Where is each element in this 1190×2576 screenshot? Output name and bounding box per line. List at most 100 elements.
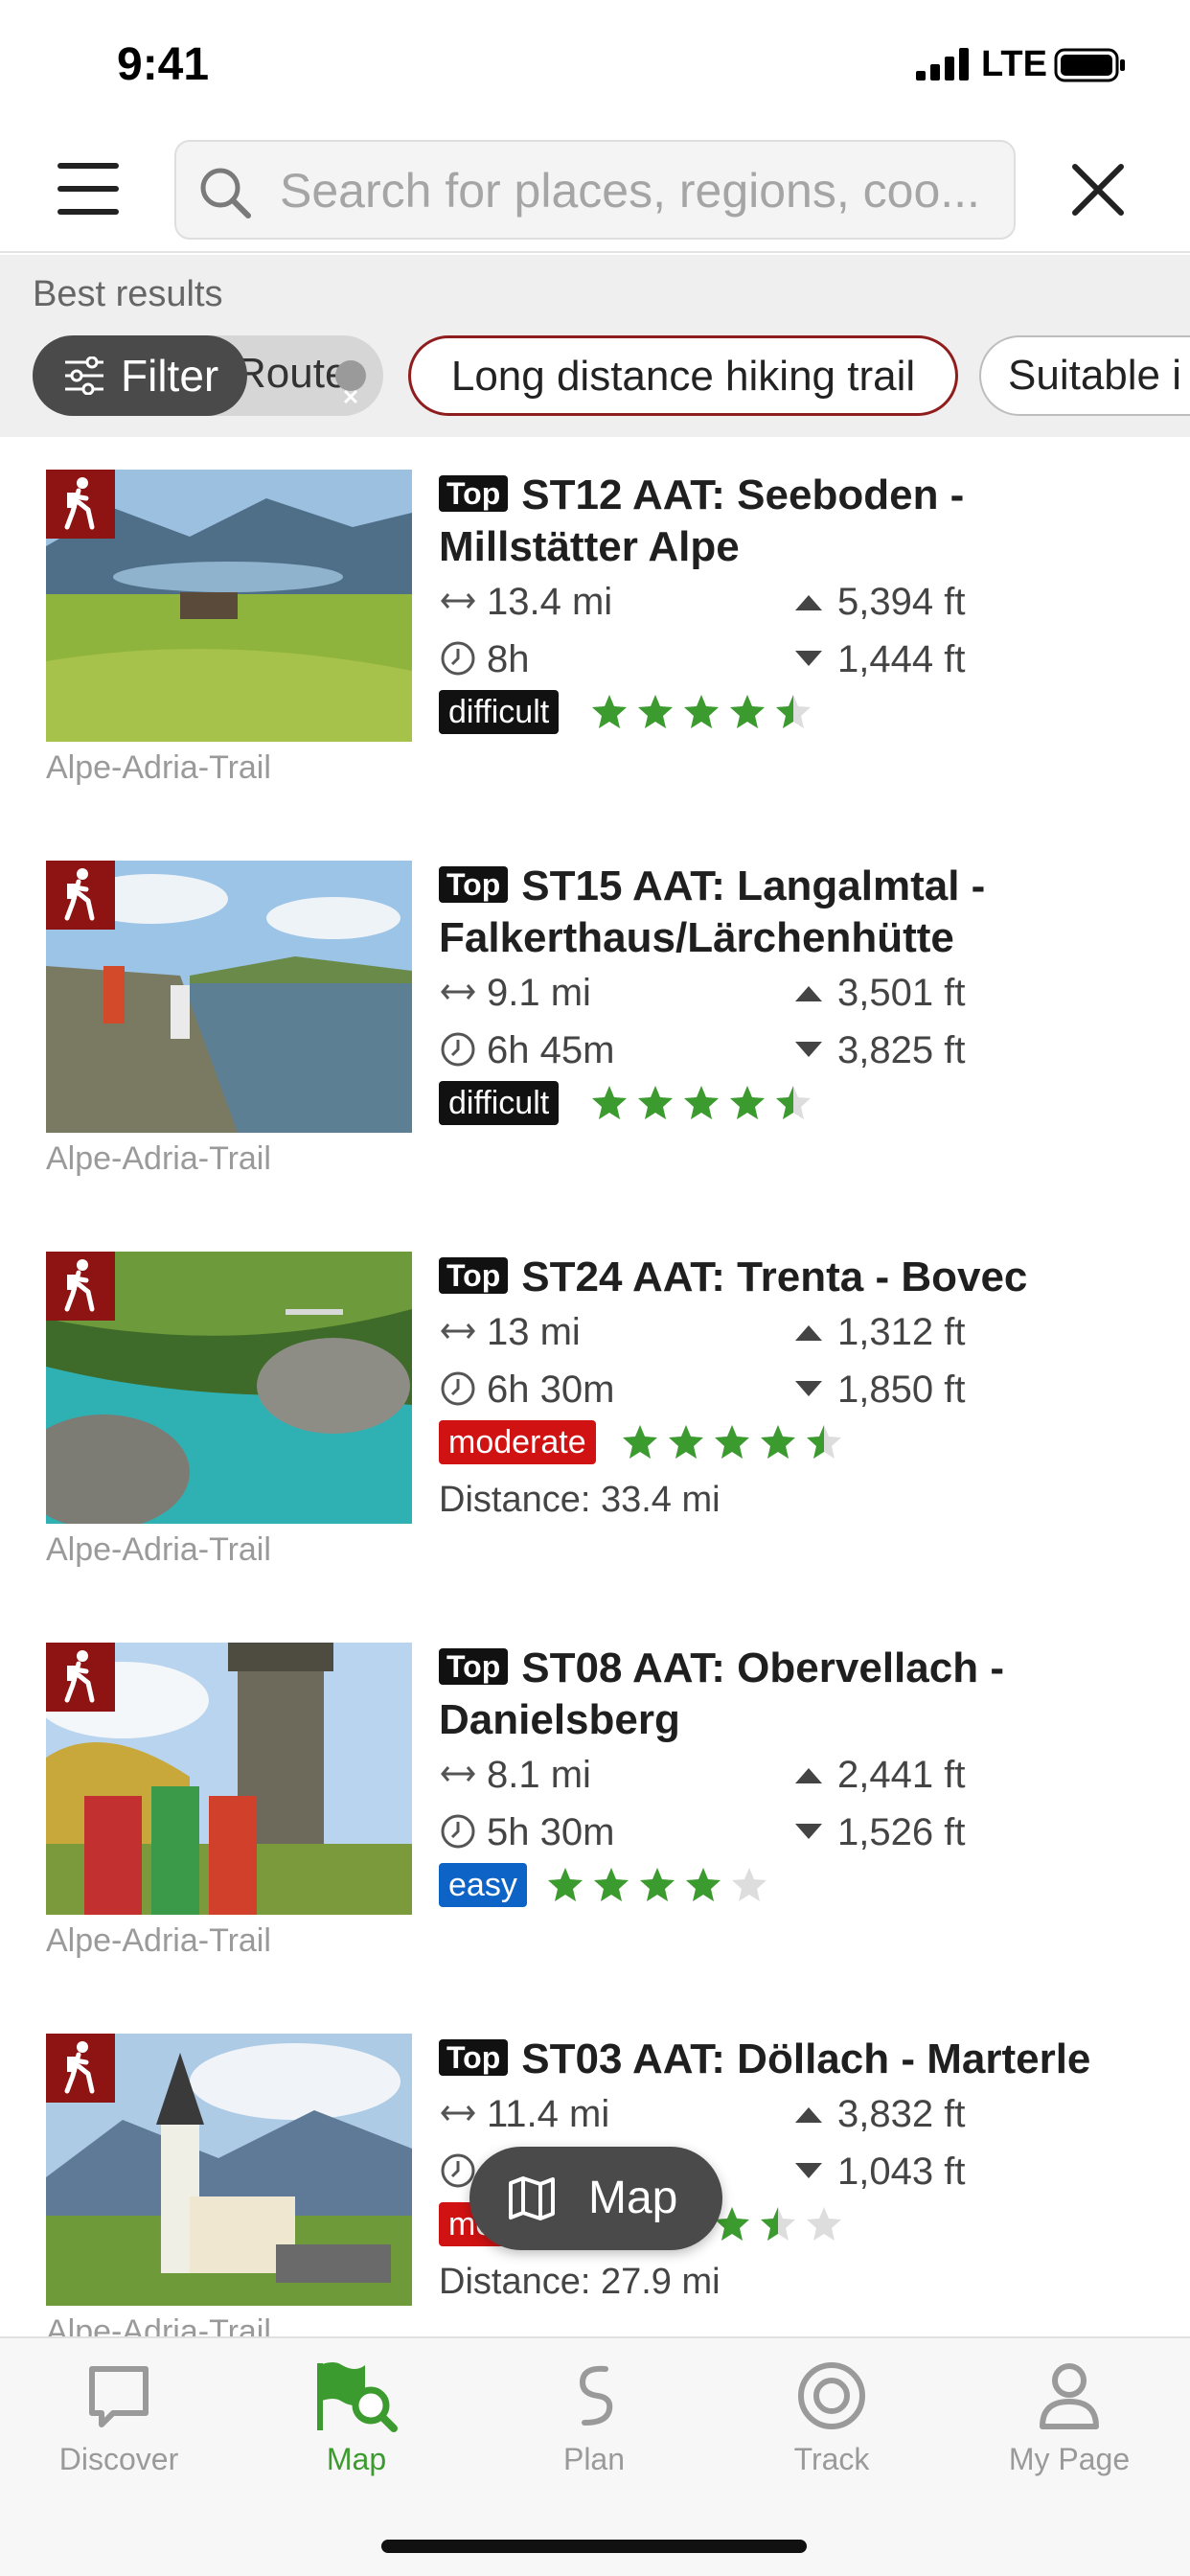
chip-suitable[interactable]: Suitable i xyxy=(979,335,1190,416)
tour-title[interactable]: Top ST24 AAT: Trenta - Bovec xyxy=(439,1252,1167,1303)
descent-stat: 1,043 ft xyxy=(790,2150,965,2194)
star-icon xyxy=(732,1868,767,1901)
ascent-value: 2,441 ft xyxy=(837,1754,966,1796)
ascent-icon xyxy=(795,1768,822,1783)
tour-title[interactable]: Top ST08 AAT: Obervellach - Danielsberg xyxy=(439,1643,1167,1746)
filter-area: Best results Route Long distance hiking … xyxy=(0,255,1190,437)
nav-label: Map xyxy=(326,2442,387,2476)
difficulty-badge: difficult xyxy=(439,1081,560,1125)
top-tag: Top xyxy=(439,866,509,903)
list-item[interactable]: Alpe-Adria-Trail Top ST24 AAT: Trenta - B… xyxy=(0,1221,1190,1612)
close-icon[interactable] xyxy=(1069,161,1127,218)
duration-stat: 6h 45m xyxy=(439,1029,614,1072)
star-icon xyxy=(730,695,765,728)
distance-icon xyxy=(441,593,475,609)
signal-icon xyxy=(916,48,969,80)
distance-stat: 13 mi xyxy=(439,1311,581,1354)
list-item[interactable]: Alpe-Adria-Trail Top ST15 AAT: Langalmtal… xyxy=(0,830,1190,1221)
nav-map[interactable]: Map xyxy=(238,2358,475,2501)
ascent-icon xyxy=(795,1325,822,1341)
difficulty-badge: easy xyxy=(439,1863,527,1907)
star-icon xyxy=(623,1425,657,1459)
descent-value: 1,850 ft xyxy=(837,1368,966,1411)
star-icon xyxy=(730,1086,765,1119)
nav-label: My Page xyxy=(1008,2442,1131,2476)
map-button[interactable]: Map xyxy=(469,2147,722,2250)
menu-button[interactable] xyxy=(57,163,119,217)
list-item[interactable]: Alpe-Adria-Trail Top ST12 AAT: Seeboden -… xyxy=(0,439,1190,830)
ascent-value: 1,312 ft xyxy=(837,1311,966,1353)
descent-icon xyxy=(795,1824,822,1839)
clock-icon xyxy=(441,641,475,676)
distance-value: 13.4 mi xyxy=(487,581,613,623)
descent-value: 3,825 ft xyxy=(837,1029,966,1071)
tour-title[interactable]: Top ST15 AAT: Langalmtal - Falkerthaus/Lä… xyxy=(439,861,1167,964)
nav-my-page[interactable]: My Page xyxy=(950,2358,1188,2501)
star-icon xyxy=(592,1086,627,1119)
star-icon xyxy=(638,695,673,728)
duration-stat: 8h xyxy=(439,638,530,681)
nav-track[interactable]: Track xyxy=(713,2358,950,2501)
distance-icon xyxy=(441,984,475,1000)
chip-label: Route xyxy=(236,350,349,397)
star-icon xyxy=(715,1425,749,1459)
clock-icon xyxy=(441,1371,475,1406)
star-icon xyxy=(686,1868,721,1901)
star-icon xyxy=(807,2207,841,2241)
hiking-icon xyxy=(46,861,115,930)
star-icon xyxy=(594,1868,629,1901)
remove-chip-icon[interactable] xyxy=(335,360,366,404)
rating-stars xyxy=(592,1086,811,1119)
ascent-icon xyxy=(795,595,822,610)
descent-icon xyxy=(795,651,822,666)
hiking-icon xyxy=(46,2034,115,2103)
filter-button[interactable]: Filter xyxy=(33,335,247,416)
distance-value: 11.4 mi xyxy=(487,2093,610,2135)
ascent-stat: 3,832 ft xyxy=(790,2093,965,2136)
top-bar xyxy=(0,126,1190,253)
star-icon xyxy=(592,695,627,728)
distance-stat: 11.4 mi xyxy=(439,2093,609,2136)
star-icon xyxy=(640,1868,675,1901)
rating-stars xyxy=(623,1425,841,1459)
distance-icon xyxy=(441,1323,475,1339)
search-bar[interactable] xyxy=(174,140,1016,240)
tour-title[interactable]: Top ST12 AAT: Seeboden - Millstätter Alpe xyxy=(439,470,1167,573)
list-item[interactable]: Alpe-Adria-Trail Top ST08 AAT: Obervellac… xyxy=(0,1612,1190,2003)
tour-title-text: ST03 AAT: Döllach - Marterle xyxy=(521,2036,1091,2082)
tour-region: Alpe-Adria-Trail xyxy=(46,749,271,786)
tour-title[interactable]: Top ST03 AAT: Döllach - Marterle xyxy=(439,2034,1167,2085)
tour-region: Alpe-Adria-Trail xyxy=(46,1531,271,1568)
descent-stat: 1,444 ft xyxy=(790,638,965,681)
star-icon xyxy=(684,695,719,728)
top-tag: Top xyxy=(439,1257,509,1294)
duration-value: 8h xyxy=(487,638,530,680)
duration-stat: 6h 30m xyxy=(439,1368,614,1412)
chip-long-distance-hiking-trail[interactable]: Long distance hiking trail xyxy=(408,335,958,416)
results-list: Alpe-Adria-Trail Top ST12 AAT: Seeboden -… xyxy=(0,439,1190,2336)
rating-stars xyxy=(548,1868,767,1901)
filter-chips: Route Long distance hiking trail Suitabl… xyxy=(33,335,1190,416)
nav-label: Track xyxy=(793,2442,870,2476)
star-icon xyxy=(684,1086,719,1119)
hiking-icon xyxy=(46,1643,115,1712)
network-label: LTE xyxy=(981,44,1047,84)
descent-stat: 1,850 ft xyxy=(790,1368,965,1412)
tour-region: Alpe-Adria-Trail xyxy=(46,2313,271,2336)
search-input[interactable] xyxy=(280,159,1000,222)
battery-icon xyxy=(1054,48,1125,82)
distance-from-location: Distance: 27.9 mi xyxy=(439,2262,721,2302)
star-icon xyxy=(669,1425,703,1459)
ascent-stat: 1,312 ft xyxy=(790,1311,965,1354)
duration-stat: 5h 30m xyxy=(439,1811,614,1854)
tour-region: Alpe-Adria-Trail xyxy=(46,1922,271,1959)
star-icon xyxy=(761,2207,795,2241)
ascent-stat: 3,501 ft xyxy=(790,972,965,1015)
map-search-icon xyxy=(317,2362,398,2432)
distance-stat: 9.1 mi xyxy=(439,972,591,1015)
discover-icon xyxy=(89,2366,149,2427)
tour-title-text: ST08 AAT: Obervellach - Danielsberg xyxy=(439,1644,1004,1743)
nav-label: Discover xyxy=(58,2442,179,2476)
nav-discover[interactable]: Discover xyxy=(0,2358,238,2501)
nav-plan[interactable]: Plan xyxy=(475,2358,713,2501)
